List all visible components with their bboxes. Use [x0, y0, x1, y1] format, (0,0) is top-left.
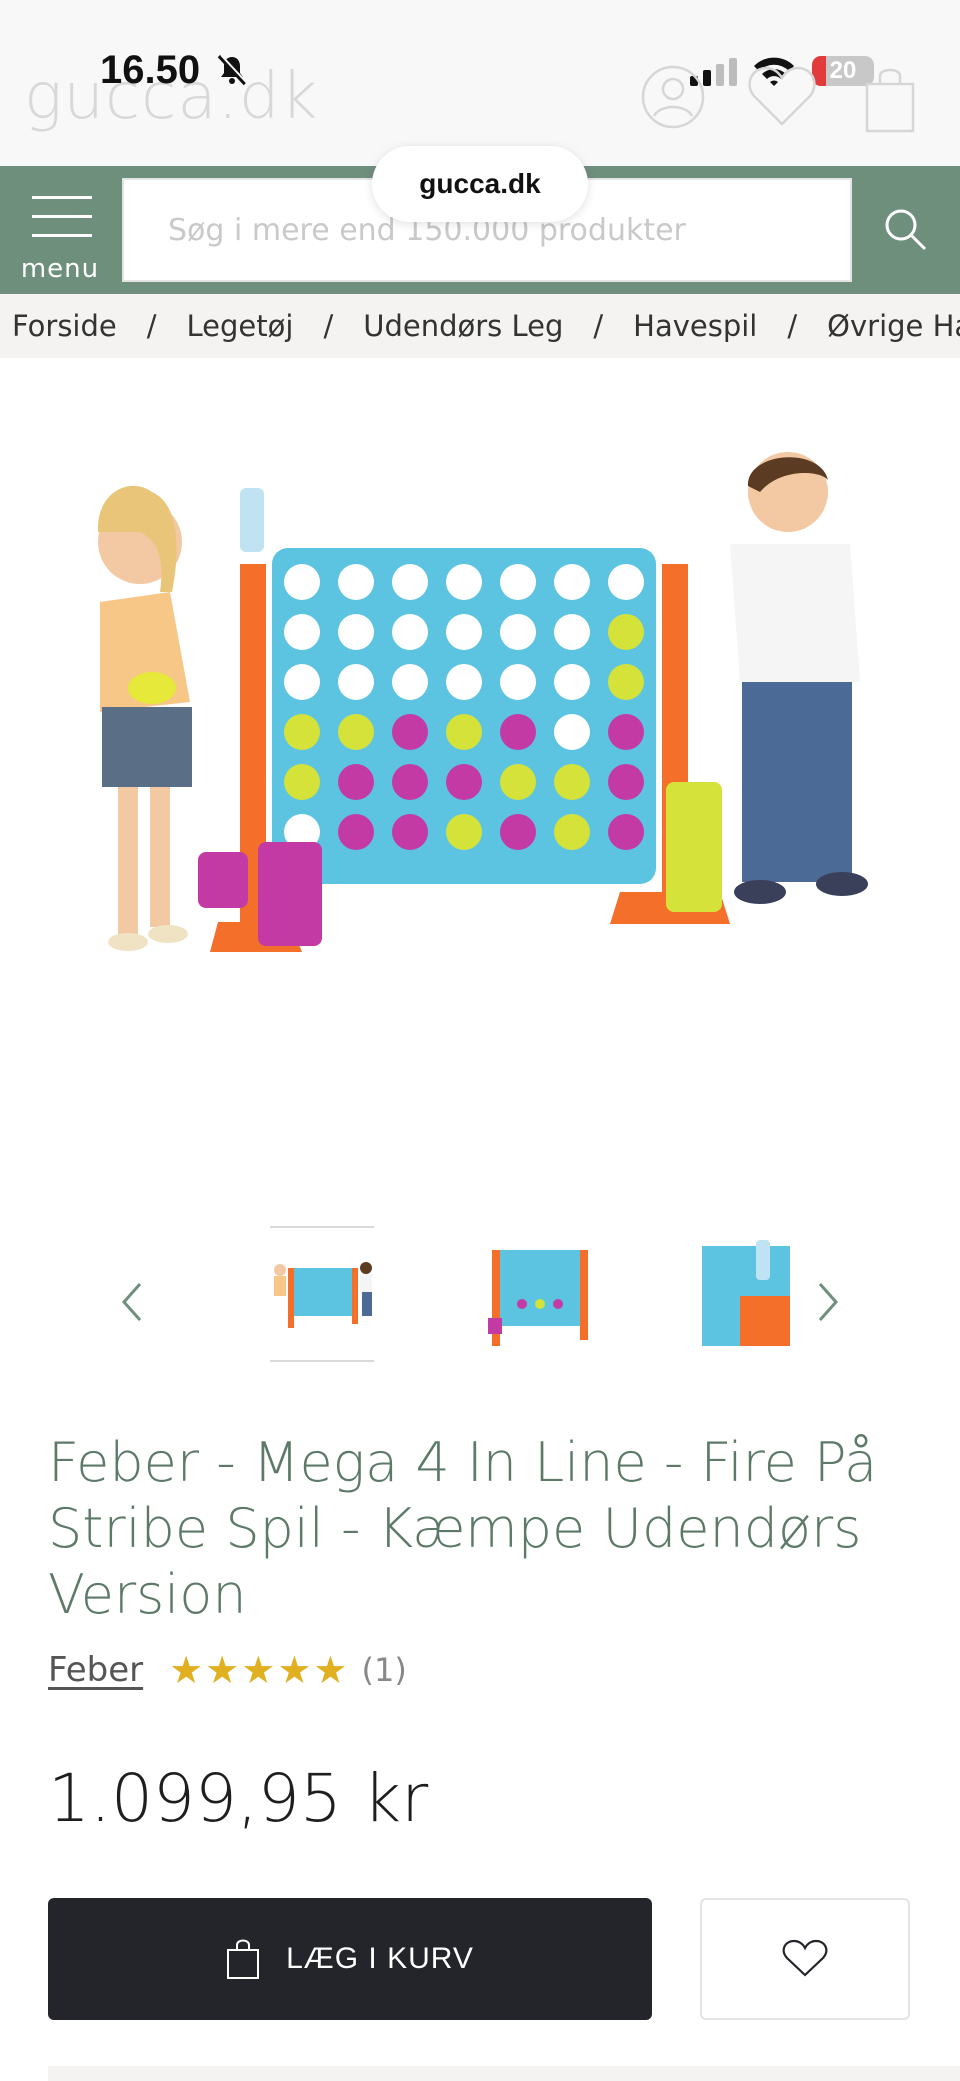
chevron-right-icon[interactable] [808, 1272, 848, 1332]
board-slot [392, 664, 428, 700]
breadcrumb: Forside / Legetøj / Udendørs Leg / Havespil / Øv… [0, 294, 960, 358]
breadcrumb-item[interactable]: Havespil [633, 309, 757, 343]
shopping-bag-icon[interactable] [864, 64, 916, 134]
board-slot [608, 764, 644, 800]
shopping-bag-icon [227, 1939, 260, 1979]
board-slot [554, 614, 590, 650]
thumbnail-1[interactable] [262, 1226, 382, 1362]
review-count[interactable]: (1) [361, 1651, 406, 1689]
hamburger-icon [32, 196, 92, 253]
breadcrumb-item[interactable]: Forside [12, 309, 117, 343]
user-icon[interactable] [640, 64, 706, 130]
brand-link[interactable]: Feber [48, 1650, 143, 1690]
bell-muted-icon [217, 54, 248, 86]
board-slot [338, 664, 374, 700]
board-slot [446, 564, 482, 600]
thumbnail-image [488, 1250, 588, 1346]
add-to-cart-button[interactable]: LÆG I KURV [48, 1898, 652, 2020]
board-slot [338, 714, 374, 750]
board-slot [608, 714, 644, 750]
thumbnail-2[interactable] [482, 1226, 602, 1362]
board-slot [500, 614, 536, 650]
board-slot [500, 714, 536, 750]
board-slot [284, 764, 320, 800]
board-slot [284, 664, 320, 700]
board-slot [392, 564, 428, 600]
product-image[interactable] [0, 358, 960, 1188]
board-slot [500, 814, 536, 850]
breadcrumb-separator: / [146, 309, 157, 343]
star-icon: ★ [313, 1648, 348, 1692]
thumbnail-3[interactable] [700, 1226, 820, 1362]
board-slot [392, 764, 428, 800]
board-slot [392, 614, 428, 650]
next-section-edge [48, 2066, 960, 2081]
board-slot [338, 764, 374, 800]
thumbnail-image [702, 1240, 790, 1346]
board-slot [608, 614, 644, 650]
heart-icon[interactable] [746, 64, 818, 130]
board-slot [446, 664, 482, 700]
thumbnail-image [274, 1262, 372, 1328]
board-slot [500, 764, 536, 800]
board-slot [338, 564, 374, 600]
board-slot [284, 614, 320, 650]
top-header: gucca.dk 16.50 20 [0, 0, 960, 166]
breadcrumb-item[interactable]: Legetøj [187, 309, 294, 343]
product-title: Feber - Mega 4 In Line - Fire På Stribe … [48, 1431, 878, 1626]
product-price: 1.099,95 kr [48, 1760, 429, 1837]
breadcrumb-item[interactable]: Udendørs Leg [363, 309, 563, 343]
rating-stars[interactable]: ★ ★ ★ ★ ★ [169, 1651, 347, 1689]
star-icon: ★ [277, 1648, 312, 1692]
board-slot [608, 664, 644, 700]
status-time: 16.50 [100, 48, 201, 92]
board-slot [554, 814, 590, 850]
board-slot [392, 814, 428, 850]
menu-label: menu [20, 254, 100, 284]
board-slot [554, 764, 590, 800]
breadcrumb-separator: / [323, 309, 334, 343]
star-icon: ★ [169, 1648, 204, 1692]
board-slot [284, 564, 320, 600]
board-slot [608, 814, 644, 850]
product-photo-illustration [97, 452, 868, 952]
chevron-left-icon[interactable] [112, 1272, 152, 1332]
star-icon: ★ [205, 1648, 240, 1692]
board-slot [338, 614, 374, 650]
board-slot [500, 664, 536, 700]
image-gallery-thumbnails [0, 1220, 960, 1380]
board-slot [446, 764, 482, 800]
board-slot [446, 814, 482, 850]
breadcrumb-item[interactable]: Øvrige Havespil [827, 309, 960, 343]
board-slot [446, 614, 482, 650]
board-slot [338, 814, 374, 850]
search-icon[interactable] [882, 206, 928, 252]
breadcrumb-separator: / [787, 309, 798, 343]
board-slot [284, 714, 320, 750]
board-slot [554, 564, 590, 600]
breadcrumb-separator: / [593, 309, 604, 343]
heart-icon [782, 1939, 828, 1977]
add-to-cart-label: LÆG I KURV [286, 1942, 474, 1975]
board-slot [500, 564, 536, 600]
board-slot [608, 564, 644, 600]
browser-url-pill[interactable]: gucca.dk [372, 146, 588, 222]
board-slot [392, 714, 428, 750]
board-slot [554, 714, 590, 750]
board-slot [554, 664, 590, 700]
star-icon: ★ [241, 1648, 276, 1692]
wishlist-button[interactable] [700, 1898, 910, 2020]
board-slot [446, 714, 482, 750]
menu-button[interactable]: menu [12, 192, 108, 284]
product-meta: Feber ★ ★ ★ ★ ★ (1) [48, 1646, 407, 1694]
